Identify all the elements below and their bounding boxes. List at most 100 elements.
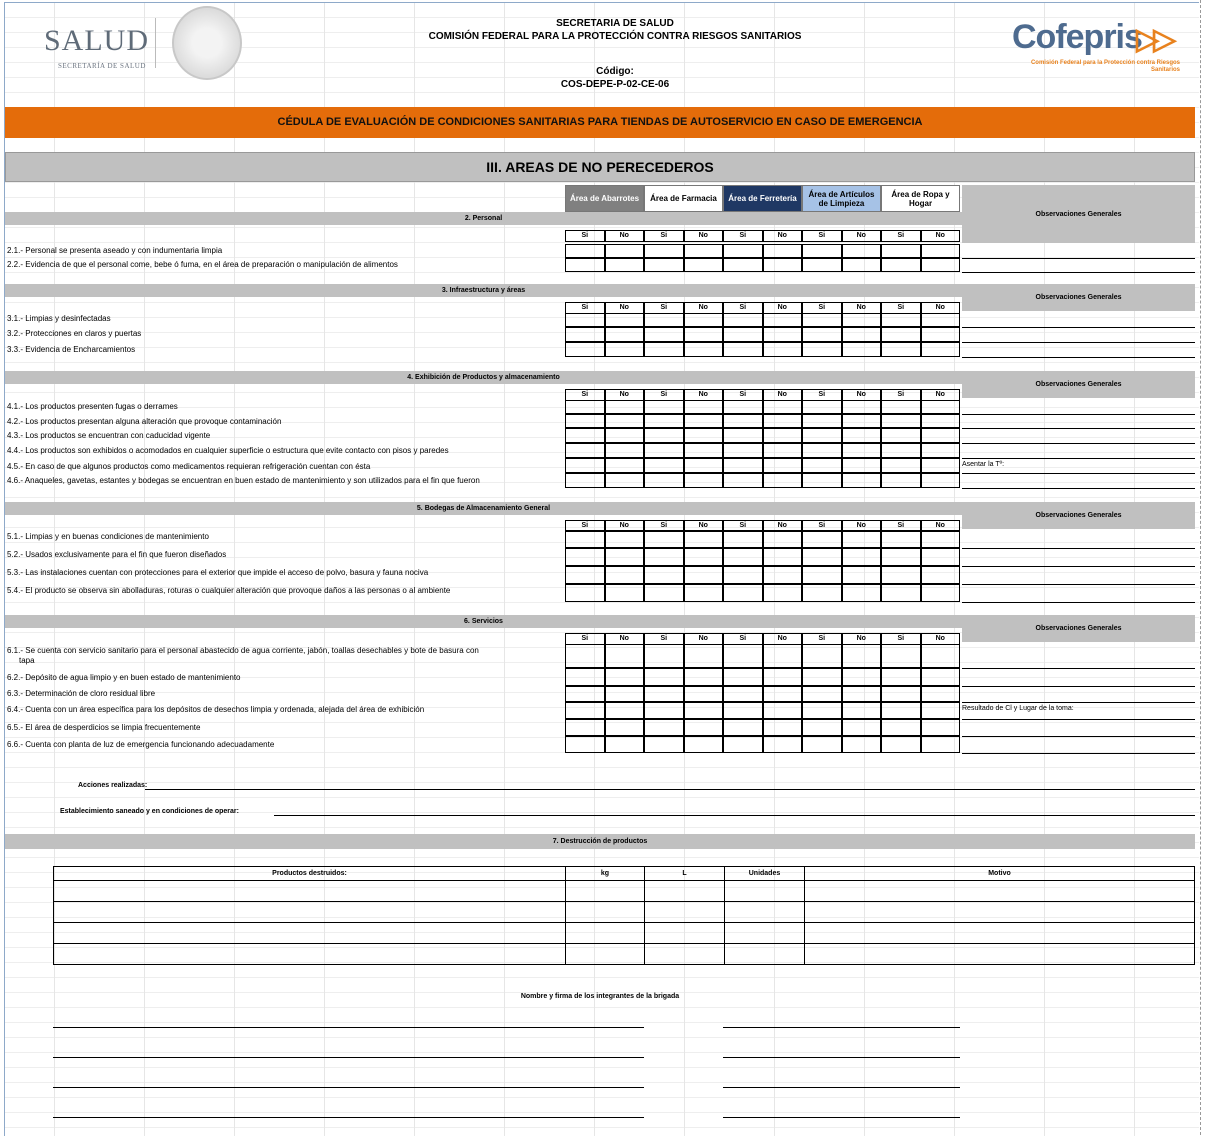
answer-cell[interactable] xyxy=(802,400,842,414)
answer-cell[interactable] xyxy=(802,342,842,357)
answer-cell[interactable] xyxy=(723,428,763,443)
answer-cell[interactable] xyxy=(881,530,921,548)
answer-cell[interactable] xyxy=(723,668,763,686)
answer-cell[interactable] xyxy=(604,719,644,736)
answer-cell[interactable] xyxy=(723,400,763,414)
answer-cell[interactable] xyxy=(604,686,644,702)
answer-cell[interactable] xyxy=(881,258,921,272)
answer-cell[interactable] xyxy=(841,473,881,488)
answer-cell[interactable] xyxy=(565,428,605,443)
answer-cell[interactable] xyxy=(565,342,605,357)
answer-cell[interactable] xyxy=(604,548,644,566)
answer-cell[interactable] xyxy=(565,400,605,414)
answer-cell[interactable] xyxy=(565,584,605,602)
answer-cell[interactable] xyxy=(802,327,842,342)
answer-cell[interactable] xyxy=(565,443,605,458)
answer-cell[interactable] xyxy=(683,327,723,342)
answer-cell[interactable] xyxy=(802,473,842,488)
answer-cell[interactable] xyxy=(644,686,684,702)
observaciones-line[interactable] xyxy=(962,458,1195,459)
observaciones-line[interactable] xyxy=(962,443,1195,444)
answer-cell[interactable] xyxy=(762,644,802,668)
answer-cell[interactable] xyxy=(604,458,644,473)
observaciones-line[interactable] xyxy=(962,428,1195,429)
table-row[interactable] xyxy=(53,922,1195,944)
answer-cell[interactable] xyxy=(841,686,881,702)
answer-cell[interactable] xyxy=(841,428,881,443)
answer-cell[interactable] xyxy=(565,458,605,473)
answer-cell[interactable] xyxy=(723,584,763,602)
answer-cell[interactable] xyxy=(841,736,881,753)
observaciones-line[interactable] xyxy=(962,272,1195,273)
answer-cell[interactable] xyxy=(644,458,684,473)
answer-cell[interactable] xyxy=(881,719,921,736)
answer-cell[interactable] xyxy=(881,458,921,473)
observaciones-line[interactable] xyxy=(962,719,1195,720)
signature-line[interactable] xyxy=(53,1087,644,1088)
answer-cell[interactable] xyxy=(604,414,644,428)
answer-cell[interactable] xyxy=(644,400,684,414)
answer-cell[interactable] xyxy=(683,342,723,357)
answer-cell[interactable] xyxy=(644,736,684,753)
answer-cell[interactable] xyxy=(723,473,763,488)
answer-cell[interactable] xyxy=(644,668,684,686)
answer-cell[interactable] xyxy=(723,258,763,272)
answer-cell[interactable] xyxy=(683,400,723,414)
answer-cell[interactable] xyxy=(920,668,960,686)
answer-cell[interactable] xyxy=(723,548,763,566)
answer-cell[interactable] xyxy=(644,313,684,327)
answer-cell[interactable] xyxy=(920,342,960,357)
table-row[interactable] xyxy=(53,901,1195,923)
answer-cell[interactable] xyxy=(604,530,644,548)
answer-cell[interactable] xyxy=(881,443,921,458)
answer-cell[interactable] xyxy=(841,400,881,414)
answer-cell[interactable] xyxy=(683,668,723,686)
answer-cell[interactable] xyxy=(723,736,763,753)
answer-cell[interactable] xyxy=(802,258,842,272)
answer-cell[interactable] xyxy=(802,313,842,327)
answer-cell[interactable] xyxy=(841,644,881,668)
answer-cell[interactable] xyxy=(565,244,605,258)
answer-cell[interactable] xyxy=(644,644,684,668)
answer-cell[interactable] xyxy=(683,736,723,753)
answer-cell[interactable] xyxy=(920,443,960,458)
answer-cell[interactable] xyxy=(683,414,723,428)
answer-cell[interactable] xyxy=(920,548,960,566)
answer-cell[interactable] xyxy=(881,584,921,602)
answer-cell[interactable] xyxy=(565,530,605,548)
answer-cell[interactable] xyxy=(683,443,723,458)
answer-cell[interactable] xyxy=(723,443,763,458)
signature-line[interactable] xyxy=(723,1057,960,1058)
answer-cell[interactable] xyxy=(920,644,960,668)
answer-cell[interactable] xyxy=(604,443,644,458)
answer-cell[interactable] xyxy=(683,548,723,566)
answer-cell[interactable] xyxy=(723,566,763,584)
answer-cell[interactable] xyxy=(762,473,802,488)
answer-cell[interactable] xyxy=(762,736,802,753)
answer-cell[interactable] xyxy=(802,686,842,702)
signature-line[interactable] xyxy=(53,1057,644,1058)
answer-cell[interactable] xyxy=(841,702,881,719)
answer-cell[interactable] xyxy=(920,736,960,753)
answer-cell[interactable] xyxy=(802,668,842,686)
table-row[interactable] xyxy=(53,880,1195,902)
answer-cell[interactable] xyxy=(644,473,684,488)
answer-cell[interactable] xyxy=(644,428,684,443)
answer-cell[interactable] xyxy=(841,414,881,428)
answer-cell[interactable] xyxy=(841,584,881,602)
answer-cell[interactable] xyxy=(881,342,921,357)
answer-cell[interactable] xyxy=(762,584,802,602)
answer-cell[interactable] xyxy=(802,736,842,753)
observaciones-line[interactable] xyxy=(962,414,1195,415)
answer-cell[interactable] xyxy=(762,458,802,473)
observaciones-line[interactable] xyxy=(962,342,1195,343)
answer-cell[interactable] xyxy=(723,313,763,327)
observaciones-line[interactable] xyxy=(962,736,1195,737)
answer-cell[interactable] xyxy=(881,686,921,702)
answer-cell[interactable] xyxy=(683,473,723,488)
answer-cell[interactable] xyxy=(881,548,921,566)
answer-cell[interactable] xyxy=(644,258,684,272)
answer-cell[interactable] xyxy=(565,736,605,753)
observaciones-line[interactable] xyxy=(962,686,1195,687)
answer-cell[interactable] xyxy=(604,702,644,719)
